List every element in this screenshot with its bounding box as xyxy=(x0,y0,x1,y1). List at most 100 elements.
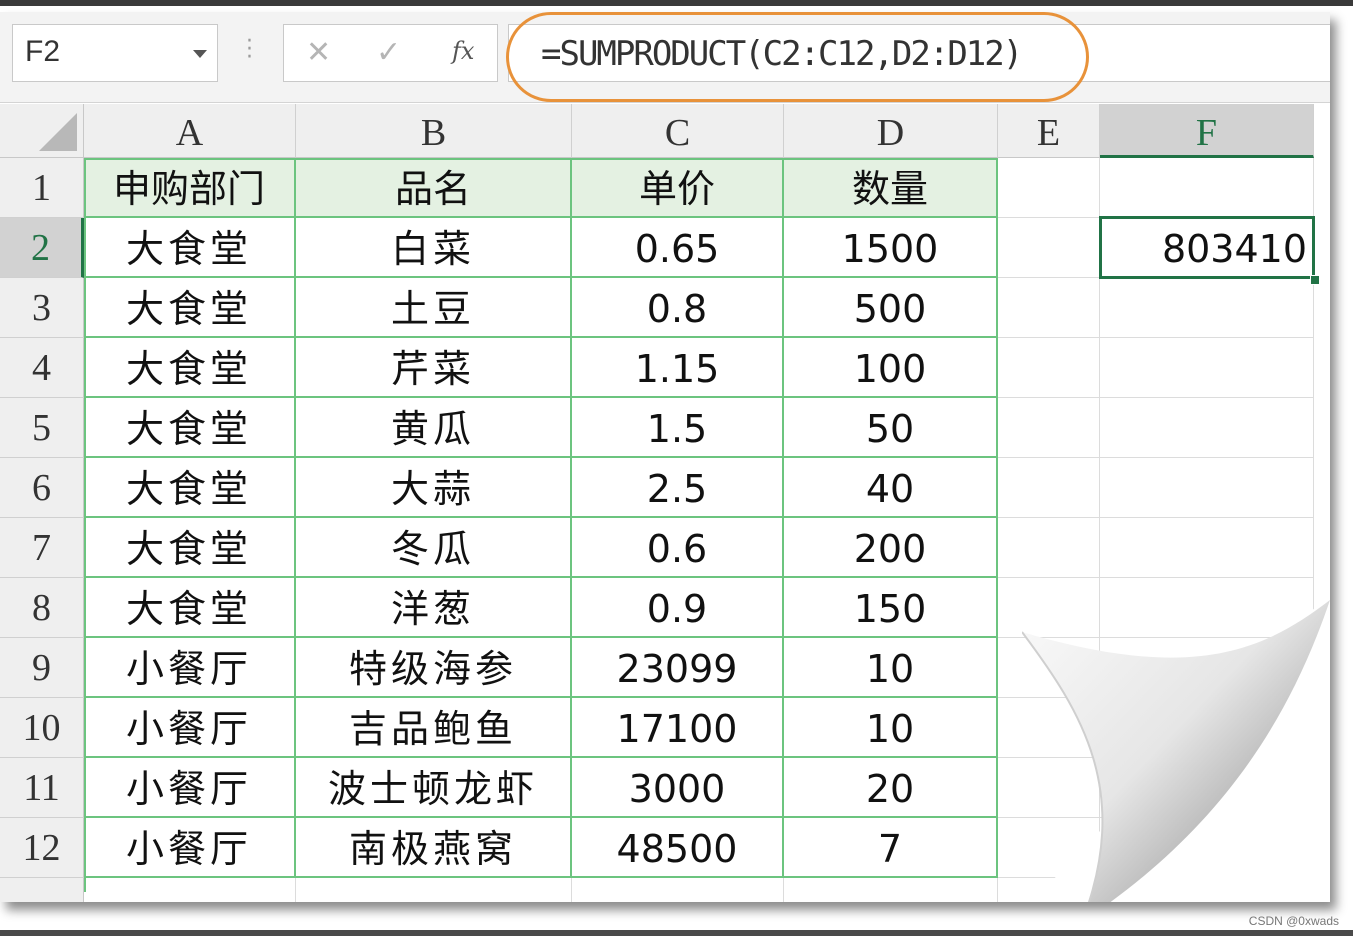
empty-cell[interactable] xyxy=(296,878,572,902)
empty-cell[interactable] xyxy=(784,878,998,902)
table-cell[interactable]: 波士顿龙虾 xyxy=(296,758,572,818)
table-cell[interactable]: 1.5 xyxy=(572,398,784,458)
table-cell[interactable]: 100 xyxy=(784,338,998,398)
table-cell[interactable]: 1.15 xyxy=(572,338,784,398)
empty-cell[interactable] xyxy=(1100,278,1314,338)
table-cell[interactable]: 大食堂 xyxy=(84,278,296,338)
table-cell[interactable]: 白菜 xyxy=(296,218,572,278)
table-header-cell[interactable]: 申购部门 xyxy=(84,158,296,218)
table-cell[interactable]: 小餐厅 xyxy=(84,698,296,758)
empty-cell[interactable] xyxy=(572,878,784,902)
table-cell[interactable]: 黄瓜 xyxy=(296,398,572,458)
row-header-partial[interactable] xyxy=(0,878,84,902)
table-cell[interactable]: 冬瓜 xyxy=(296,518,572,578)
table-header-cell[interactable]: 单价 xyxy=(572,158,784,218)
column-header-b[interactable]: B xyxy=(296,104,572,158)
row-header-11[interactable]: 11 xyxy=(0,758,84,818)
table-cell[interactable]: 0.65 xyxy=(572,218,784,278)
table-border-top xyxy=(84,158,998,160)
table-cell[interactable]: 吉品鲍鱼 xyxy=(296,698,572,758)
row-header-4[interactable]: 4 xyxy=(0,338,84,398)
table-cell[interactable]: 150 xyxy=(784,578,998,638)
select-all-button[interactable] xyxy=(0,104,84,158)
empty-cell[interactable] xyxy=(998,158,1100,218)
table-cell[interactable]: 大食堂 xyxy=(84,518,296,578)
top-edge xyxy=(0,0,1353,6)
table-header-cell[interactable]: 品名 xyxy=(296,158,572,218)
active-cell-outline xyxy=(1099,216,1315,279)
table-cell[interactable]: 1500 xyxy=(784,218,998,278)
empty-cell[interactable] xyxy=(1100,398,1314,458)
fill-handle[interactable] xyxy=(1310,275,1320,285)
table-cell[interactable]: 20 xyxy=(784,758,998,818)
empty-cell[interactable] xyxy=(1100,518,1314,578)
row-header-7[interactable]: 7 xyxy=(0,518,84,578)
empty-cell[interactable] xyxy=(1100,338,1314,398)
row-header-2[interactable]: 2 xyxy=(0,218,84,278)
bottom-edge xyxy=(0,930,1353,936)
empty-cell[interactable] xyxy=(998,278,1100,338)
table-cell[interactable]: 7 xyxy=(784,818,998,878)
column-header-d[interactable]: D xyxy=(784,104,998,158)
empty-cell[interactable] xyxy=(1100,458,1314,518)
table-cell[interactable]: 大食堂 xyxy=(84,398,296,458)
row-header-5[interactable]: 5 xyxy=(0,398,84,458)
drag-handle-icon[interactable]: · · · xyxy=(246,31,253,69)
empty-cell[interactable] xyxy=(998,218,1100,278)
empty-cell[interactable] xyxy=(84,878,296,902)
column-header-e[interactable]: E xyxy=(998,104,1100,158)
empty-cell[interactable] xyxy=(998,338,1100,398)
table-cell[interactable]: 10 xyxy=(784,638,998,698)
table-cell[interactable]: 0.8 xyxy=(572,278,784,338)
table-cell[interactable]: 200 xyxy=(784,518,998,578)
table-cell[interactable]: 特级海参 xyxy=(296,638,572,698)
column-header-f[interactable]: F xyxy=(1100,104,1314,158)
table-cell[interactable]: 40 xyxy=(784,458,998,518)
row-header-12[interactable]: 12 xyxy=(0,818,84,878)
table-cell[interactable]: 大食堂 xyxy=(84,218,296,278)
table-cell[interactable]: 10 xyxy=(784,698,998,758)
formula-bar: F2 · · · ✕ ✓ fx =SUMPRODUCT(C2:C12,D2:D12) xyxy=(0,12,1330,103)
page-curl xyxy=(1022,592,1330,902)
column-header-c[interactable]: C xyxy=(572,104,784,158)
table-cell[interactable]: 50 xyxy=(784,398,998,458)
chevron-down-icon[interactable] xyxy=(193,50,207,58)
insert-function-button[interactable]: fx xyxy=(452,37,474,65)
empty-cell[interactable] xyxy=(998,458,1100,518)
table-cell[interactable]: 小餐厅 xyxy=(84,818,296,878)
table-cell[interactable]: 土豆 xyxy=(296,278,572,338)
table-header-cell[interactable]: 数量 xyxy=(784,158,998,218)
check-icon[interactable]: ✓ xyxy=(376,35,401,70)
table-cell[interactable]: 大食堂 xyxy=(84,338,296,398)
row-header-3[interactable]: 3 xyxy=(0,278,84,338)
select-all-icon xyxy=(39,113,77,151)
table-cell[interactable]: 0.9 xyxy=(572,578,784,638)
table-cell[interactable]: 2.5 xyxy=(572,458,784,518)
table-cell[interactable]: 大食堂 xyxy=(84,458,296,518)
table-cell[interactable]: 0.6 xyxy=(572,518,784,578)
name-box[interactable]: F2 xyxy=(12,24,218,82)
row-header-9[interactable]: 9 xyxy=(0,638,84,698)
table-cell[interactable]: 大食堂 xyxy=(84,578,296,638)
column-header-a[interactable]: A xyxy=(84,104,296,158)
empty-cell[interactable] xyxy=(998,398,1100,458)
table-cell[interactable]: 芹菜 xyxy=(296,338,572,398)
table-cell[interactable]: 3000 xyxy=(572,758,784,818)
row-header-8[interactable]: 8 xyxy=(0,578,84,638)
table-cell[interactable]: 小餐厅 xyxy=(84,758,296,818)
table-cell[interactable]: 南极燕窝 xyxy=(296,818,572,878)
table-cell[interactable]: 48500 xyxy=(572,818,784,878)
row-header-6[interactable]: 6 xyxy=(0,458,84,518)
empty-cell[interactable] xyxy=(998,518,1100,578)
close-icon[interactable]: ✕ xyxy=(306,35,331,70)
table-cell[interactable]: 17100 xyxy=(572,698,784,758)
table-cell[interactable]: 大蒜 xyxy=(296,458,572,518)
table-cell[interactable]: 500 xyxy=(784,278,998,338)
table-cell[interactable]: 小餐厅 xyxy=(84,638,296,698)
row-header-10[interactable]: 10 xyxy=(0,698,84,758)
watermark: CSDN @0xwads xyxy=(1248,914,1339,928)
table-cell[interactable]: 洋葱 xyxy=(296,578,572,638)
table-cell[interactable]: 23099 xyxy=(572,638,784,698)
row-header-1[interactable]: 1 xyxy=(0,158,84,218)
empty-cell[interactable] xyxy=(1100,158,1314,218)
